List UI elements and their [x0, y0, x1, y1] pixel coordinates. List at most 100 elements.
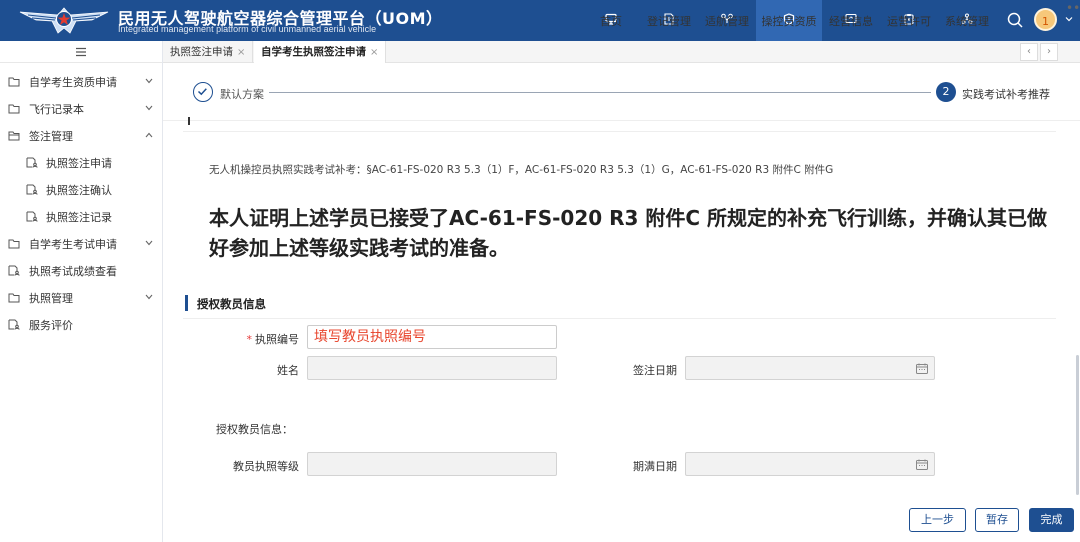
search-icon[interactable] — [1006, 11, 1024, 29]
folder-open-icon — [8, 131, 20, 141]
step-1-label: 默认方案 — [220, 88, 264, 101]
folder-icon — [8, 293, 20, 303]
tab-label: 执照签注申请 — [170, 46, 233, 58]
scrollbar[interactable] — [1076, 355, 1079, 495]
certification-statement: 本人证明上述学员已接受了AC-61-FS-020 R3 附件C 所规定的补充飞行… — [209, 206, 1048, 260]
doc-user-icon — [26, 211, 38, 222]
sidebar-item-service-evaluation[interactable]: 服务评价 — [0, 311, 162, 338]
chevron-up-icon — [145, 132, 153, 138]
tab-bar: 执照签注申请 × 自学考生执照签注申请 × ‹ › — [163, 41, 1080, 63]
chevron-left-icon: ‹ — [1027, 46, 1031, 57]
sidebar-item-label: 自学考生考试申请 — [29, 237, 117, 251]
save-draft-button[interactable]: 暂存 — [975, 508, 1019, 532]
caac-logo-icon — [19, 7, 109, 34]
calendar-icon — [916, 363, 928, 374]
divider — [183, 131, 1056, 132]
name-input[interactable] — [307, 356, 557, 380]
nav-registration[interactable]: 登记管理 — [640, 0, 698, 41]
tab-scroll-left[interactable]: ‹ — [1020, 43, 1038, 61]
folder-icon — [8, 77, 20, 87]
doc-user-icon — [8, 265, 20, 276]
menu-icon — [76, 47, 86, 56]
section-title: 授权教员信息 — [197, 297, 266, 311]
license-no-label-text: 执照编号 — [255, 333, 299, 346]
chevron-down-icon — [145, 240, 153, 246]
nav-airworthiness-label: 适航管理 — [705, 14, 749, 28]
check-circle-icon — [193, 82, 213, 102]
expiry-date-label: 期满日期 — [633, 460, 677, 473]
nav-business-info[interactable]: 经营信息 — [822, 0, 880, 41]
license-no-label: * 执照编号 — [233, 331, 300, 347]
close-icon[interactable]: × — [237, 47, 245, 58]
chevron-down-icon — [145, 78, 153, 84]
tab-license-endorsement[interactable]: 执照签注申请 × — [163, 41, 254, 63]
tab-label: 自学考生执照签注申请 — [261, 46, 366, 58]
sidebar-item-label: 服务评价 — [29, 318, 73, 332]
sidebar-item-endorsement-management[interactable]: 签注管理 — [0, 122, 162, 149]
sidebar-item-label: 自学考生资质申请 — [29, 75, 117, 89]
sidebar-item-exam-results[interactable]: 执照考试成绩查看 — [0, 257, 162, 284]
sidebar-item-license-endorsement-apply[interactable]: 执照签注申请 — [0, 149, 162, 176]
more-icon[interactable]: ••• — [1066, 1, 1080, 15]
sidebar-item-license-management[interactable]: 执照管理 — [0, 284, 162, 311]
chevron-down-icon — [145, 294, 153, 300]
top-nav: 首页 登记管理 适航管理 操控员资质 经营信息 运营许可 系统管理 — [582, 0, 996, 41]
top-header: 民用无人驾驶航空器综合管理平台（UOM） Integrated manageme… — [0, 0, 1080, 41]
sidebar-item-label: 执照签注确认 — [46, 183, 112, 197]
name-label: 姓名 — [277, 364, 299, 377]
sidebar-item-flight-logbook[interactable]: 飞行记录本 — [0, 95, 162, 122]
chevron-down-icon[interactable] — [1064, 14, 1074, 24]
step-2-label: 实践考试补考推荐 — [962, 88, 1050, 101]
doc-user-icon — [8, 319, 20, 330]
step-connector — [269, 92, 931, 93]
close-icon[interactable]: × — [370, 47, 378, 58]
endorse-date-input[interactable] — [685, 356, 935, 380]
chevron-right-icon: › — [1047, 46, 1051, 57]
license-level-label: 教员执照等级 — [233, 460, 299, 473]
nav-home[interactable]: 首页 — [582, 0, 640, 41]
nav-system-admin-label: 系统管理 — [945, 14, 989, 28]
calendar-icon — [916, 459, 928, 470]
required-mark: * — [246, 333, 253, 346]
sidebar-item-label: 执照签注记录 — [46, 210, 112, 224]
section-accent-bar — [185, 295, 188, 311]
sidebar-item-license-endorsement-confirm[interactable]: 执照签注确认 — [0, 176, 162, 203]
check-icon — [197, 88, 207, 96]
user-avatar[interactable]: 1 — [1034, 8, 1057, 31]
sidebar-item-label: 执照管理 — [29, 291, 73, 305]
section-marker — [188, 117, 190, 125]
sidebar-item-self-study-qualification[interactable]: 自学考生资质申请 — [0, 68, 162, 95]
chevron-down-icon — [145, 105, 153, 111]
nav-operation-license[interactable]: 运营许可 — [880, 0, 938, 41]
license-level-input[interactable] — [307, 452, 557, 476]
sidebar-item-license-endorsement-records[interactable]: 执照签注记录 — [0, 203, 162, 230]
nav-airworthiness[interactable]: 适航管理 — [698, 0, 756, 41]
sidebar: 自学考生资质申请 飞行记录本 签注管理 执照签注申请 执照签注确认 执照签注记录… — [0, 41, 163, 542]
folder-icon — [8, 104, 20, 114]
nav-system-admin[interactable]: 系统管理 — [938, 0, 996, 41]
finish-button[interactable]: 完成 — [1029, 508, 1074, 532]
nav-operation-license-label: 运营许可 — [887, 14, 931, 28]
license-no-input[interactable]: 填写教员执照编号 — [307, 325, 557, 349]
prev-step-button[interactable]: 上一步 — [909, 508, 966, 532]
expiry-date-input[interactable] — [685, 452, 935, 476]
tab-scroll-right[interactable]: › — [1040, 43, 1058, 61]
nav-registration-label: 登记管理 — [647, 14, 691, 28]
folder-icon — [8, 239, 20, 249]
step-indicator: 默认方案 2 实践考试补考推荐 — [163, 63, 1080, 121]
step-2-number: 2 — [936, 82, 956, 102]
divider — [183, 318, 1056, 319]
sidebar-item-self-study-exam-apply[interactable]: 自学考生考试申请 — [0, 230, 162, 257]
nav-operator-qualification-label: 操控员资质 — [761, 14, 817, 28]
sidebar-toggle[interactable] — [0, 41, 162, 63]
sidebar-item-label: 执照签注申请 — [46, 156, 112, 170]
instructor-info-label: 授权教员信息： — [216, 423, 293, 436]
app-subtitle: Integrated management platform of civil … — [118, 24, 377, 34]
nav-home-label: 首页 — [600, 14, 622, 28]
doc-user-icon — [26, 184, 38, 195]
tab-self-study-endorsement[interactable]: 自学考生执照签注申请 × — [254, 41, 387, 63]
doc-user-icon — [26, 157, 38, 168]
nav-operator-qualification[interactable]: 操控员资质 — [756, 0, 822, 41]
main-content: 默认方案 2 实践考试补考推荐 无人机操控员执照实践考试补考：§AC-61-FS… — [163, 63, 1080, 542]
regulation-clause: 无人机操控员执照实践考试补考：§AC-61-FS-020 R3 5.3（1）F，… — [209, 164, 834, 176]
